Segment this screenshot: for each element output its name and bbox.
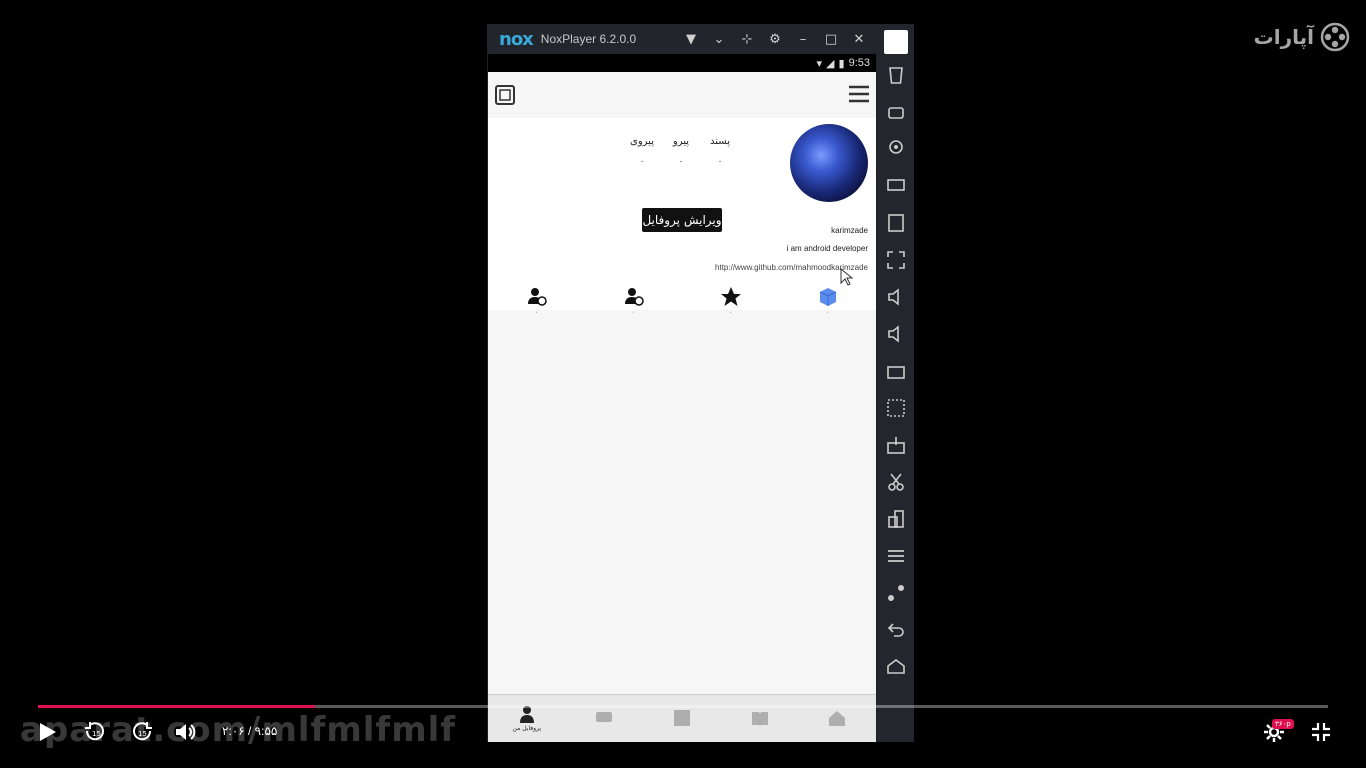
back-icon[interactable]: [885, 619, 907, 641]
cube-icon: [819, 288, 836, 306]
minimize-icon[interactable]: –: [795, 31, 811, 47]
exit-fullscreen-button[interactable]: [1310, 721, 1332, 743]
android-screen: ▾ ◢ ▮ 9:53 پیروی ۰ پیرو ۰ پسند ۰ ویرایش …: [488, 54, 876, 742]
settings-icon[interactable]: ⚙: [767, 31, 783, 47]
volume-button[interactable]: [174, 721, 196, 743]
rewind-button[interactable]: 15: [84, 721, 106, 743]
time-display: ۲:۰۶ / ۹:۵۵: [222, 724, 278, 738]
status-time: 9:53: [848, 57, 870, 69]
folder-icon[interactable]: [885, 360, 907, 382]
nav-chat[interactable]: [574, 709, 634, 729]
dropdown-icon[interactable]: ⌄: [711, 31, 727, 47]
home-nav-icon[interactable]: [885, 656, 907, 678]
person-badge-icon: [527, 288, 547, 306]
bio: i am android developer: [786, 244, 868, 253]
robot-icon[interactable]: [885, 101, 907, 123]
profile-stats: پیروی ۰ پیرو ۰ پسند ۰: [626, 136, 736, 167]
brand-name: آپارات: [1253, 25, 1314, 49]
nav-label: پروفایل من: [512, 725, 542, 732]
profile-header: پیروی ۰ پیرو ۰ پسند ۰ ویرایش پروفایل kar…: [488, 118, 876, 316]
nav-home[interactable]: [807, 709, 867, 729]
theme-icon[interactable]: ▼: [683, 31, 699, 47]
pin-icon[interactable]: ⊹: [739, 31, 755, 47]
quality-badge: ۳۶۰p: [1272, 719, 1294, 729]
username: karimzade: [831, 226, 868, 235]
nox-logo: nox: [499, 28, 534, 50]
tab-followers[interactable]: ۰: [507, 286, 567, 326]
tab-following[interactable]: ۰: [604, 286, 664, 326]
nox-version: NoxPlayer 6.2.0.0: [540, 32, 637, 46]
exit-fullscreen-icon: [1312, 723, 1330, 741]
volume-icon: [176, 724, 196, 740]
volume-down-icon[interactable]: [885, 323, 907, 345]
scissors-icon[interactable]: [885, 471, 907, 493]
play-button[interactable]: [36, 721, 58, 743]
status-bar: ▾ ◢ ▮ 9:53: [488, 54, 876, 72]
stat-following[interactable]: پیروی ۰: [626, 136, 658, 167]
avatar[interactable]: [790, 124, 868, 202]
stat-likes[interactable]: پسند ۰: [704, 136, 736, 167]
stat-value: ۰: [678, 157, 684, 167]
stat-followers[interactable]: پیرو ۰: [665, 136, 697, 167]
tab-count: ۰: [728, 309, 733, 316]
hamburger-icon[interactable]: [848, 84, 870, 104]
screen-icon[interactable]: [885, 175, 907, 197]
nav-my-profile[interactable]: پروفایل من: [497, 705, 557, 732]
seek-bar-played: [38, 705, 316, 708]
fullscreen-icon[interactable]: [885, 249, 907, 271]
location-icon[interactable]: [885, 138, 907, 160]
nox-titlebar: nox NoxPlayer 6.2.0.0 ▼ ⌄ ⊹ ⚙ – □ ✕: [487, 24, 877, 54]
shake-icon[interactable]: [885, 582, 907, 604]
trash-icon[interactable]: [885, 64, 907, 86]
stat-value: ۰: [717, 157, 723, 167]
tab-count: ۰: [534, 309, 539, 316]
mouse-cursor-icon: [840, 268, 854, 286]
book-icon: [751, 711, 768, 726]
maximize-icon[interactable]: □: [823, 31, 839, 47]
seek-bar[interactable]: [38, 705, 1328, 708]
nox-player-window: nox NoxPlayer 6.2.0.0 ▼ ⌄ ⊹ ⚙ – □ ✕ ▾ ◢ …: [487, 24, 914, 742]
tab-count: ۰: [631, 309, 636, 316]
keyboard-icon[interactable]: [883, 30, 908, 54]
stat-label: پیرو: [672, 136, 690, 147]
gallery-icon[interactable]: [494, 84, 516, 106]
chat-icon: [596, 711, 613, 722]
apk-icon[interactable]: [885, 212, 907, 234]
forward-button[interactable]: 15: [131, 721, 153, 743]
tab-posts[interactable]: ۰: [798, 286, 858, 326]
bottom-navigation: پروفایل من: [488, 694, 876, 742]
signal-icon: ◢: [826, 57, 835, 70]
stat-label: پسند: [710, 136, 730, 147]
menu-icon[interactable]: [885, 545, 907, 567]
nox-toolbar: [877, 24, 914, 742]
image-icon: [673, 709, 690, 726]
tab-favorites[interactable]: ۰: [701, 286, 761, 326]
person-badge-icon: [624, 288, 644, 306]
wifi-icon: ▾: [816, 57, 823, 70]
stat-label: پیروی: [630, 136, 654, 147]
app-bar: [488, 72, 876, 118]
import-icon[interactable]: [885, 434, 907, 456]
aparat-logo[interactable]: آپارات: [1254, 22, 1350, 52]
svg-text:15: 15: [138, 730, 147, 738]
star-icon: [720, 287, 741, 306]
edit-profile-button[interactable]: ویرایش پروفایل: [642, 208, 722, 232]
multi-instance-icon[interactable]: [885, 508, 907, 530]
film-reel-icon: [1320, 22, 1350, 52]
nav-image[interactable]: [652, 709, 712, 729]
home-icon: [829, 710, 846, 726]
forward-15-icon: 15: [133, 722, 152, 741]
profile-tabs: ۰ ۰ ۰ ۰: [488, 286, 876, 326]
record-icon[interactable]: [885, 397, 907, 419]
play-icon: [40, 723, 56, 741]
close-icon[interactable]: ✕: [851, 31, 867, 47]
stat-value: ۰: [639, 157, 645, 167]
nav-book[interactable]: [730, 709, 790, 729]
battery-icon: ▮: [838, 57, 845, 70]
tab-count: ۰: [825, 309, 830, 316]
volume-up-icon[interactable]: [885, 286, 907, 308]
rewind-15-icon: 15: [85, 722, 104, 741]
svg-text:15: 15: [92, 730, 101, 738]
